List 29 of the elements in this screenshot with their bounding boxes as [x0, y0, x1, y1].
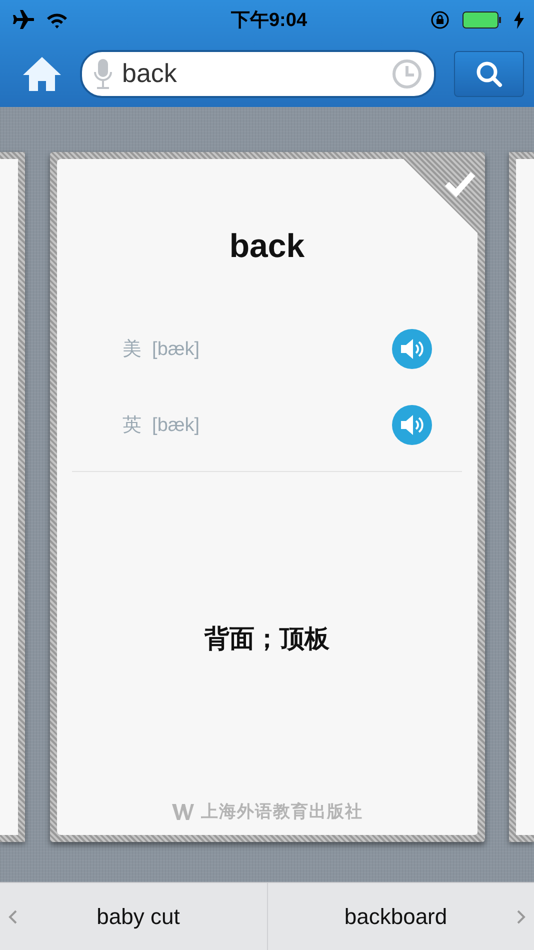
headword: back	[229, 227, 305, 265]
chevron-right-icon	[516, 910, 526, 924]
definition: 背面；顶板	[204, 624, 330, 655]
previous-word-button[interactable]: baby cut	[0, 883, 266, 950]
wifi-icon	[46, 12, 68, 28]
search-field[interactable]: back	[80, 50, 436, 98]
microphone-icon[interactable]	[94, 58, 112, 90]
rotation-lock-icon	[430, 10, 450, 30]
pronunciation: 英 [bæk]	[122, 414, 200, 438]
airplane-icon	[10, 10, 34, 30]
charging-icon	[514, 11, 524, 29]
speaker-icon	[400, 338, 424, 360]
battery-icon	[462, 11, 502, 29]
home-icon[interactable]	[22, 56, 62, 92]
logo-icon	[171, 802, 195, 820]
search-icon	[475, 60, 503, 88]
speaker-button[interactable]	[392, 329, 432, 369]
search-input[interactable]: back	[122, 58, 382, 89]
search-button[interactable]	[454, 50, 524, 96]
clock-icon[interactable]	[392, 58, 422, 88]
publisher-name: 上海外语教育出版社	[201, 801, 363, 823]
speaker-icon	[400, 414, 424, 436]
pronunciation: 美 [bæk]	[122, 338, 200, 362]
speaker-button[interactable]	[392, 405, 432, 445]
next-word-button[interactable]: backboard	[266, 883, 534, 950]
chevron-left-icon	[8, 910, 18, 924]
status-time: 下午9:04	[230, 9, 308, 33]
next-card[interactable]	[509, 152, 534, 842]
previous-card[interactable]	[0, 152, 25, 842]
